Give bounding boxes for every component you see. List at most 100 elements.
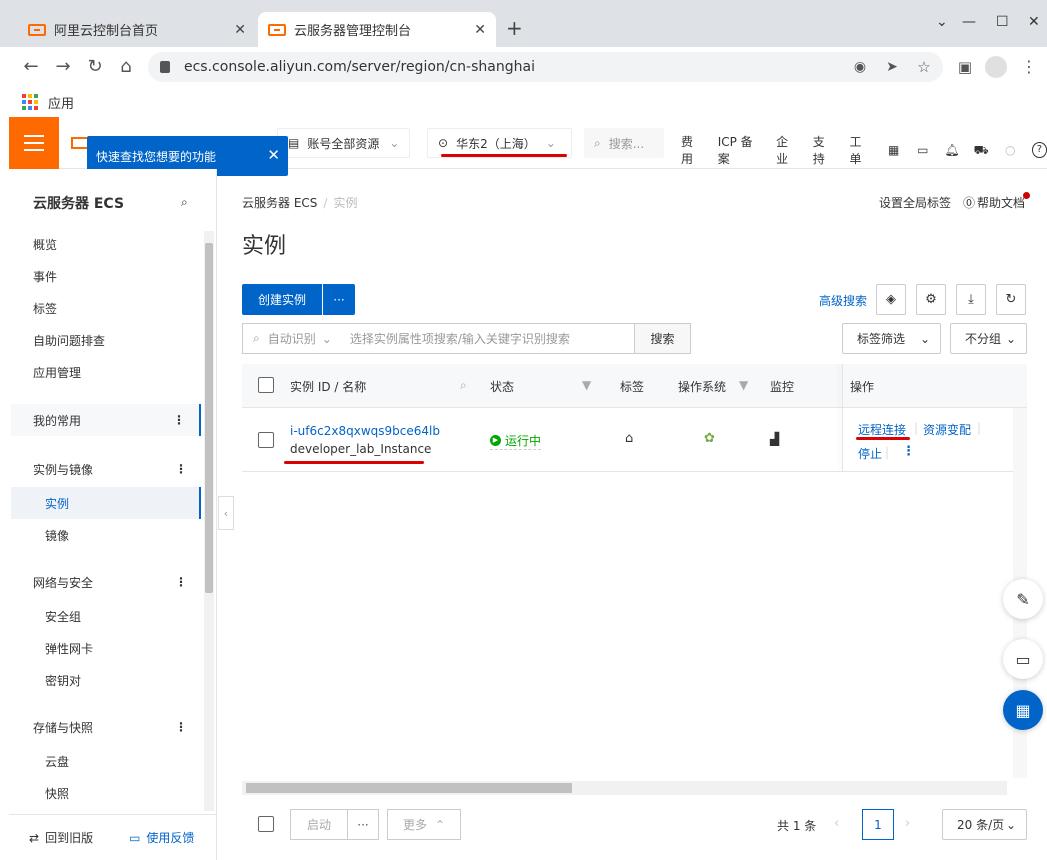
apps-icon[interactable]: ▦ [1003, 690, 1043, 730]
apps-grid-icon[interactable] [22, 94, 38, 110]
nav-billing[interactable]: 费用 [681, 133, 704, 167]
tag-icon[interactable]: ⌂ [625, 431, 633, 446]
resize-link[interactable]: 资源变配 [923, 421, 971, 438]
home-icon[interactable]: ⌂ [116, 57, 136, 77]
more-icon[interactable]: ⋮ [902, 444, 915, 459]
page-size-dropdown[interactable]: 20 条/页 ⌄ [942, 809, 1027, 840]
maximize-icon[interactable]: ☐ [996, 14, 1009, 30]
gear-icon[interactable]: ⚙ [916, 284, 946, 315]
download-icon[interactable]: ⤓ [956, 284, 986, 315]
stop-link[interactable]: 停止 [858, 445, 882, 462]
create-instance-button[interactable]: 创建实例 [242, 284, 322, 315]
sidebar-item-eni[interactable]: 弹性网卡 [45, 640, 93, 657]
feedback-link[interactable]: 使用反馈 [146, 829, 194, 846]
sidebar-item-overview[interactable]: 概览 [33, 236, 57, 253]
sidebar-item-troubleshoot[interactable]: 自助问题排查 [33, 332, 105, 349]
breadcrumb-ecs[interactable]: 云服务器 ECS [242, 196, 317, 210]
bulb-icon[interactable]: ○ [1003, 142, 1018, 158]
new-tab-icon[interactable]: + [506, 16, 523, 40]
more-dropdown-button[interactable]: 更多 ⌃ [387, 809, 461, 840]
sidebar-group-network[interactable]: 网络与安全 ⋮ [11, 566, 201, 598]
menu-icon[interactable] [9, 117, 59, 169]
filter-icon[interactable]: ▼ [582, 378, 591, 392]
status-badge[interactable]: ▶ 运行中 [490, 432, 542, 450]
sidebar-group-favorites[interactable]: 我的常用 ⋮ [11, 404, 201, 436]
eye-off-icon[interactable]: ◉ [850, 57, 870, 77]
bookmark-apps[interactable]: 应用 [48, 93, 74, 112]
start-button[interactable]: 启动 [290, 809, 348, 840]
filter-icon[interactable]: ▼ [739, 378, 748, 392]
star-icon[interactable]: ☆ [914, 57, 934, 77]
send-icon[interactable]: ➤ [882, 57, 902, 77]
prev-page-icon[interactable]: ‹ [834, 816, 839, 831]
chart-icon[interactable]: ▟ [770, 432, 779, 446]
close-tab-icon[interactable]: ✕ [234, 22, 246, 38]
remote-connect-link[interactable]: 远程连接 [858, 421, 906, 438]
search-button[interactable]: 搜索 [634, 323, 691, 354]
nav-icp[interactable]: ICP 备案 [718, 133, 762, 167]
more-icon[interactable]: ⋮ [175, 720, 187, 734]
minimize-icon[interactable]: — [962, 14, 976, 30]
advanced-search-link[interactable]: 高级搜索 [819, 292, 867, 309]
page-number[interactable]: 1 [862, 809, 894, 840]
nav-ticket[interactable]: 工单 [849, 133, 872, 167]
edit-icon[interactable]: ✎ [1003, 579, 1043, 619]
forward-icon[interactable]: → [53, 57, 73, 77]
more-icon[interactable]: ⋮ [175, 462, 187, 476]
back-to-old-link[interactable]: 回到旧版 [45, 829, 93, 846]
console-search[interactable]: ⌕ 搜索... [584, 128, 664, 158]
sidebar-group-instances[interactable]: 实例与镜像 ⋮ [11, 453, 201, 485]
sidebar-group-storage[interactable]: 存储与快照 ⋮ [11, 711, 201, 743]
back-icon[interactable]: ← [21, 57, 41, 77]
sidebar-item-tags[interactable]: 标签 [33, 300, 57, 317]
more-actions-button[interactable]: ··· [323, 284, 355, 315]
next-page-icon[interactable]: › [905, 816, 910, 831]
api-icon[interactable]: ▦ [886, 142, 901, 158]
profile-avatar[interactable] [985, 56, 1007, 78]
footer-select-all-checkbox[interactable] [258, 816, 274, 832]
layers-icon[interactable]: ◈ [876, 284, 906, 315]
sidebar-item-snapshot[interactable]: 快照 [45, 785, 69, 802]
search-icon[interactable]: ⌕ [460, 378, 467, 393]
reload-icon[interactable]: ↻ [85, 57, 105, 77]
browser-tab-home[interactable]: 阿里云控制台首页 ✕ [18, 12, 256, 47]
sidebar-item-instances[interactable]: 实例 [11, 487, 201, 519]
close-icon[interactable]: ✕ [267, 146, 280, 164]
search-mode-select[interactable]: 自动识别 [268, 330, 316, 347]
refresh-icon[interactable]: ↻ [996, 284, 1026, 315]
terminal-icon[interactable]: ▭ [915, 142, 930, 158]
more-icon[interactable]: ⋮ [173, 413, 185, 427]
resource-group-select[interactable]: ▤ 账号全部资源 ⌄ [277, 128, 411, 158]
browser-menu-icon[interactable]: ⋮ [1019, 57, 1039, 77]
sidebar-item-security-group[interactable]: 安全组 [45, 608, 81, 625]
help-icon[interactable]: ? [1031, 142, 1047, 158]
row-checkbox[interactable] [258, 432, 274, 448]
sidebar-item-keypair[interactable]: 密钥对 [45, 672, 81, 689]
group-by-dropdown[interactable]: 不分组 ⌄ [950, 323, 1027, 354]
sidebar-item-images[interactable]: 镜像 [45, 527, 69, 544]
search-icon[interactable]: ⌕ [181, 195, 188, 210]
horizontal-scrollbar-thumb[interactable] [246, 783, 572, 793]
more-actions-button[interactable]: ··· [347, 809, 379, 840]
chat-icon[interactable]: ▭ [1003, 639, 1043, 679]
tag-filter-dropdown[interactable]: 标签筛选 ⌄ [842, 323, 941, 354]
sidepanel-icon[interactable]: ▣ [955, 57, 975, 77]
nav-enterprise[interactable]: 企业 [776, 133, 799, 167]
instance-id-link[interactable]: i-uf6c2x8qxwqs9bce64lb [290, 424, 440, 438]
global-tag-link[interactable]: 设置全局标签 [879, 194, 951, 211]
select-all-checkbox[interactable] [258, 377, 274, 393]
sidebar-item-events[interactable]: 事件 [33, 268, 57, 285]
close-tab-icon[interactable]: ✕ [474, 22, 486, 38]
chevron-down-icon[interactable]: ⌄ [936, 14, 948, 30]
help-doc-link[interactable]: 帮助文档 [977, 194, 1025, 211]
collapse-sidebar-button[interactable]: ‹ [218, 496, 234, 530]
close-window-icon[interactable]: ✕ [1028, 14, 1040, 30]
bell-icon[interactable]: 🔔︎ [944, 142, 959, 158]
browser-tab-ecs[interactable]: 云服务器管理控制台 ✕ [258, 12, 496, 47]
url-field[interactable]: ecs.console.aliyun.com/server/region/cn-… [148, 52, 943, 82]
cart-icon[interactable]: ⛟ [974, 142, 989, 158]
sidebar-scrollbar-thumb[interactable] [205, 243, 213, 593]
sidebar-item-disk[interactable]: 云盘 [45, 753, 69, 770]
search-input[interactable]: 选择实例属性项搜索/输入关键字识别搜索 [350, 330, 570, 347]
sidebar-item-apps[interactable]: 应用管理 [33, 364, 81, 381]
